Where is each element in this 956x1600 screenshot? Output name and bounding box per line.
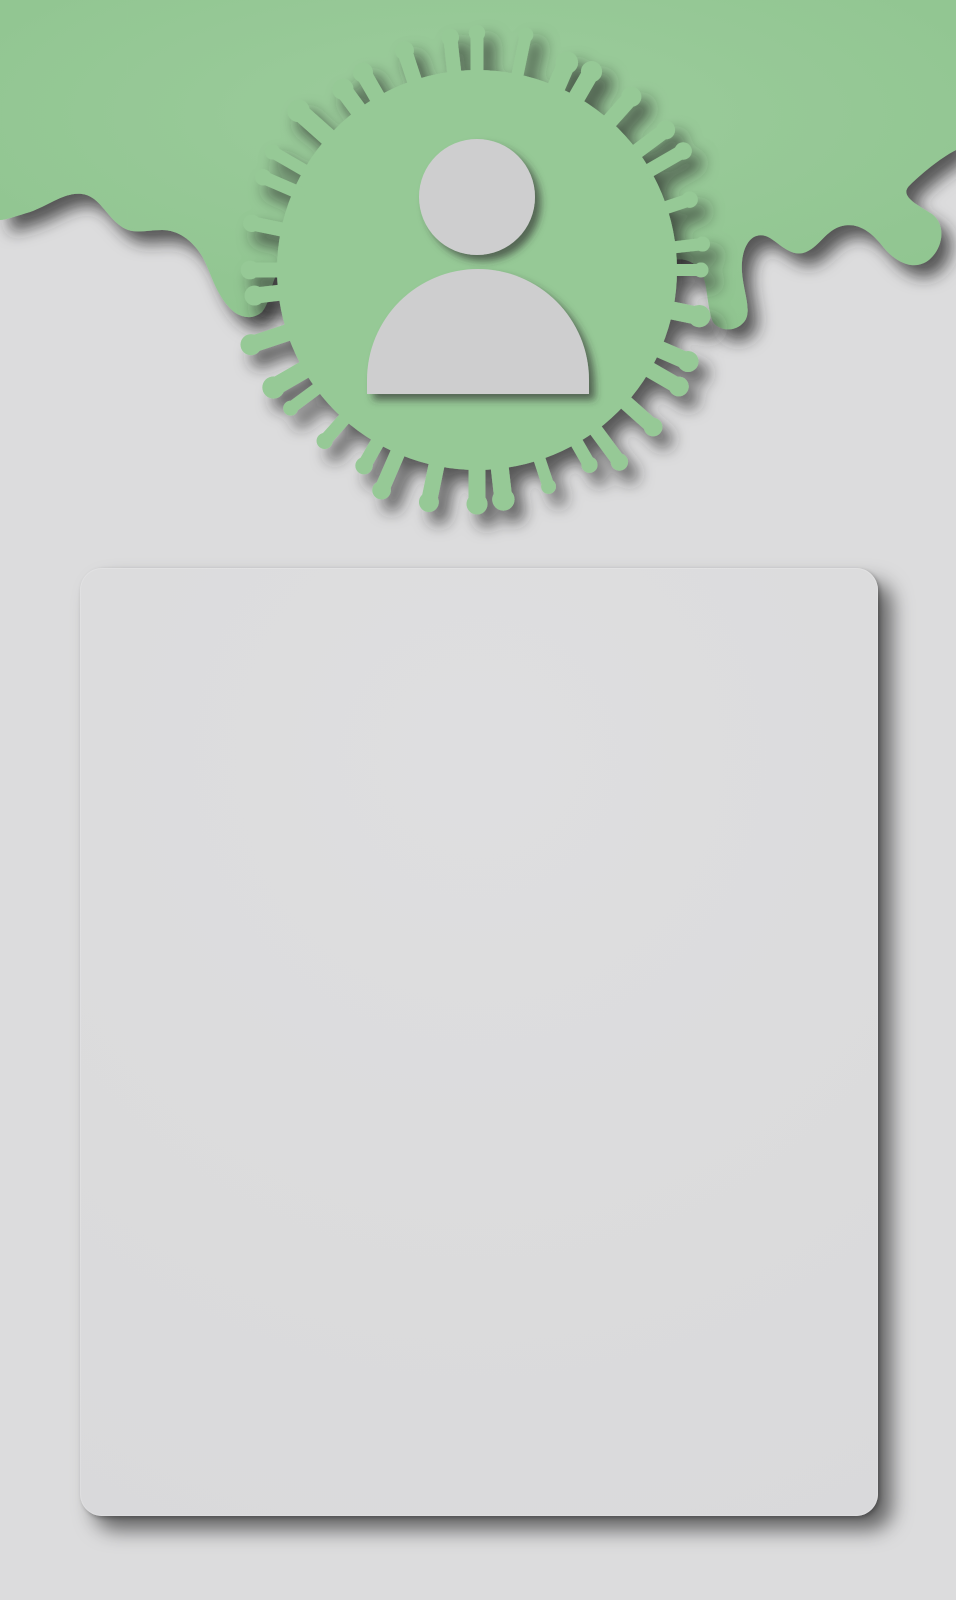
badge-drop <box>668 376 689 397</box>
badge-drop <box>262 376 285 399</box>
badge-drop <box>240 334 262 356</box>
badge-drop <box>265 144 281 160</box>
badge-drop <box>693 262 709 278</box>
badge-drop <box>355 457 373 475</box>
badge-drop <box>610 453 629 471</box>
badge-drop <box>656 120 676 140</box>
badge-drop <box>555 51 579 74</box>
badge-drop <box>492 488 515 511</box>
content-card <box>80 568 878 1516</box>
badge-spike <box>663 238 705 254</box>
badge-spike <box>585 418 624 466</box>
badge-drop <box>316 432 333 449</box>
badge-drop <box>580 61 603 83</box>
badge-drop <box>353 62 373 83</box>
badge-spike <box>287 379 328 412</box>
badge-spike <box>443 34 462 85</box>
badge-spike <box>320 408 355 445</box>
badge-drop <box>677 350 699 373</box>
badge-drop <box>674 142 692 160</box>
badge-drop <box>643 417 663 437</box>
badge-drop <box>688 304 711 328</box>
badge-drop <box>255 169 272 186</box>
badge-drop <box>283 400 299 416</box>
badge-drop <box>243 214 261 232</box>
badge-spike <box>510 32 531 87</box>
badge-spike <box>375 440 408 495</box>
badge-drop <box>372 480 391 500</box>
badge-drop <box>681 191 698 208</box>
badge-drop <box>541 479 556 494</box>
badge-spike <box>614 391 658 432</box>
badge-drop <box>466 493 488 515</box>
badge-drop <box>244 285 265 306</box>
badge-drop <box>518 27 534 43</box>
badge-drop <box>695 236 710 252</box>
badge-drop <box>332 78 354 100</box>
badge-drop <box>418 492 439 512</box>
badge-spike <box>531 448 554 489</box>
user-head <box>419 139 535 255</box>
badge-drop <box>240 260 260 280</box>
badge-drop <box>468 24 486 42</box>
badge-drop <box>287 99 310 123</box>
badge-drop <box>581 456 598 473</box>
badge-drop <box>441 28 459 47</box>
badge-spike <box>248 217 295 238</box>
badge-drop <box>621 86 642 107</box>
badge-drop <box>395 41 414 60</box>
